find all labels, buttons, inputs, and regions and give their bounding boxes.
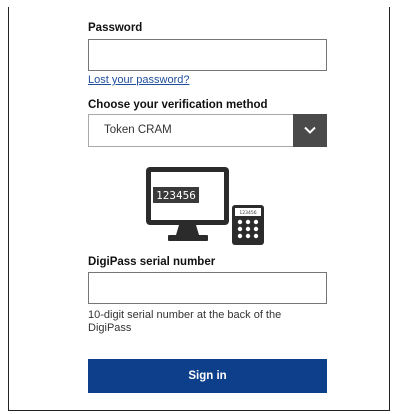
token-code: 123456 (239, 210, 256, 216)
chevron-down-icon (304, 126, 316, 134)
monitor-code: 123456 (156, 189, 196, 202)
password-input[interactable] (88, 39, 327, 71)
serial-number-label: DigiPass serial number (88, 256, 216, 268)
verification-method-value: Token CRAM (104, 124, 172, 136)
digipass-illustration: 123456 123456 (146, 167, 264, 245)
digipass-token-icon: 123456 (232, 205, 264, 245)
sign-in-button[interactable]: Sign in (88, 359, 327, 393)
serial-number-hint: 10-digit serial number at the back of th… (88, 309, 282, 334)
verification-method-select[interactable]: Token CRAM (88, 114, 327, 147)
lost-password-link[interactable]: Lost your password? (88, 74, 190, 86)
serial-number-input[interactable] (88, 272, 327, 304)
dropdown-button[interactable] (293, 114, 327, 147)
password-label: Password (88, 22, 143, 34)
verification-method-label: Choose your verification method (88, 99, 268, 111)
monitor-icon: 123456 (146, 167, 229, 241)
